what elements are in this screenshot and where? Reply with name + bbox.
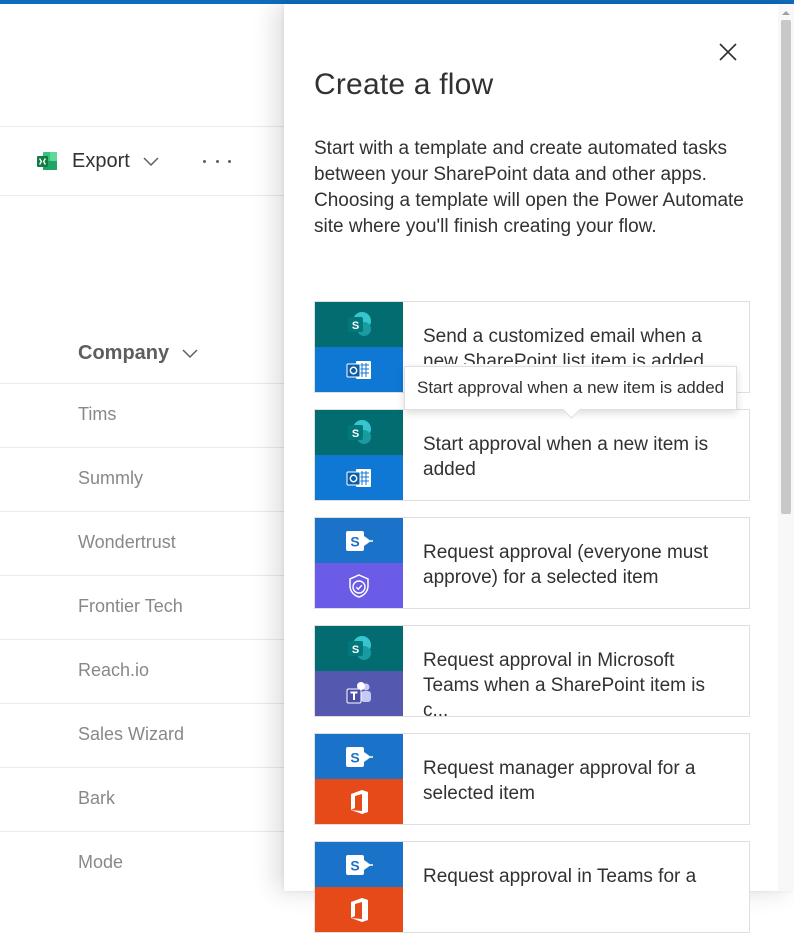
company-cell: Bark	[78, 788, 116, 808]
template-icons: S	[315, 842, 403, 932]
teams-icon	[315, 671, 403, 716]
svg-text:S: S	[350, 749, 359, 765]
svg-text:S: S	[352, 320, 359, 332]
table-row[interactable]: Mode	[0, 831, 300, 895]
chevron-down-icon	[143, 157, 159, 167]
template-icons: S	[315, 302, 403, 392]
export-label: Export	[72, 149, 130, 172]
dot-icon	[203, 159, 206, 163]
office-icon	[315, 887, 403, 932]
outlook-icon	[315, 455, 403, 500]
template-title: Request manager approval for a selected …	[423, 758, 696, 804]
template-icons: S	[315, 626, 403, 716]
table-row[interactable]: Wondertrust	[0, 511, 300, 575]
office-icon	[315, 779, 403, 824]
dot-icon	[228, 159, 231, 163]
outlook-icon	[315, 347, 403, 392]
template-icons: S	[315, 734, 403, 824]
svg-text:S: S	[350, 533, 359, 549]
panel-title: Create a flow	[314, 68, 494, 101]
company-cell: Wondertrust	[78, 532, 176, 552]
export-button[interactable]: Export	[36, 147, 160, 175]
sharepoint-flow-icon: S	[315, 842, 403, 887]
company-cell: Reach.io	[78, 660, 150, 680]
table-row[interactable]: Summly	[0, 447, 300, 511]
template-card[interactable]: S Request approval in Teams for a	[314, 841, 750, 933]
column-header-label: Company	[78, 341, 170, 364]
scrollbar-thumb[interactable]	[781, 20, 791, 514]
dot-icon	[215, 159, 219, 163]
template-icons: S	[315, 410, 403, 500]
company-cell: Summly	[78, 468, 144, 488]
company-cell: Frontier Tech	[78, 596, 183, 616]
panel-scrollbar[interactable]	[778, 4, 794, 891]
list-page-background: Export Company Tims Summly Wondertrust F…	[0, 4, 300, 891]
panel-description: Start with a template and create automat…	[314, 138, 744, 237]
sharepoint-flow-icon: S	[315, 734, 403, 779]
company-cell: Mode	[78, 852, 124, 872]
company-cell: Tims	[78, 404, 117, 424]
close-button[interactable]	[716, 40, 740, 64]
approvals-icon	[315, 563, 403, 608]
tooltip-text: Start approval when a new item is added	[417, 378, 725, 397]
create-flow-panel: Create a flow Start with a template and …	[284, 4, 794, 933]
sharepoint-icon: S	[315, 626, 403, 671]
table-row[interactable]: Tims	[0, 383, 300, 447]
template-title: Request approval in Microsoft Teams when…	[423, 650, 705, 721]
table-row[interactable]: Frontier Tech	[0, 575, 300, 639]
template-title: Start approval when a new item is added	[423, 434, 709, 480]
template-card[interactable]: S Request manager approval for a selecte…	[314, 733, 750, 825]
table-row[interactable]: Bark	[0, 767, 300, 831]
template-title: Send a customized email when a new Share…	[423, 326, 704, 364]
template-tooltip: Start approval when a new item is added	[404, 366, 738, 419]
chevron-down-icon	[182, 349, 198, 359]
table-row[interactable]: Sales Wizard	[0, 703, 300, 767]
command-bar: Export	[0, 126, 300, 196]
template-icons: S	[315, 518, 403, 608]
list-rows: Tims Summly Wondertrust Frontier Tech Re…	[0, 383, 300, 895]
table-row[interactable]: Reach.io	[0, 639, 300, 703]
scroll-up-arrow-icon[interactable]	[778, 6, 794, 20]
sharepoint-flow-icon: S	[315, 518, 403, 563]
svg-text:S: S	[352, 644, 359, 656]
column-header-company[interactable]: Company	[78, 338, 199, 368]
template-card[interactable]: S Start approval when a new item is adde…	[314, 409, 750, 501]
template-card[interactable]: S Request approval (everyone must approv…	[314, 517, 750, 609]
more-options-button[interactable]	[203, 153, 231, 169]
company-cell: Sales Wizard	[78, 724, 185, 744]
close-icon	[719, 43, 737, 61]
template-card[interactable]: S Request approval in Microsoft Teams wh…	[314, 625, 750, 721]
sharepoint-icon: S	[315, 302, 403, 347]
template-title: Request approval in Teams for a	[423, 866, 697, 887]
excel-icon	[37, 152, 57, 170]
template-title: Request approval (everyone must approve)…	[423, 542, 709, 588]
svg-text:S: S	[350, 857, 359, 873]
svg-text:S: S	[352, 428, 359, 440]
sharepoint-icon: S	[315, 410, 403, 455]
